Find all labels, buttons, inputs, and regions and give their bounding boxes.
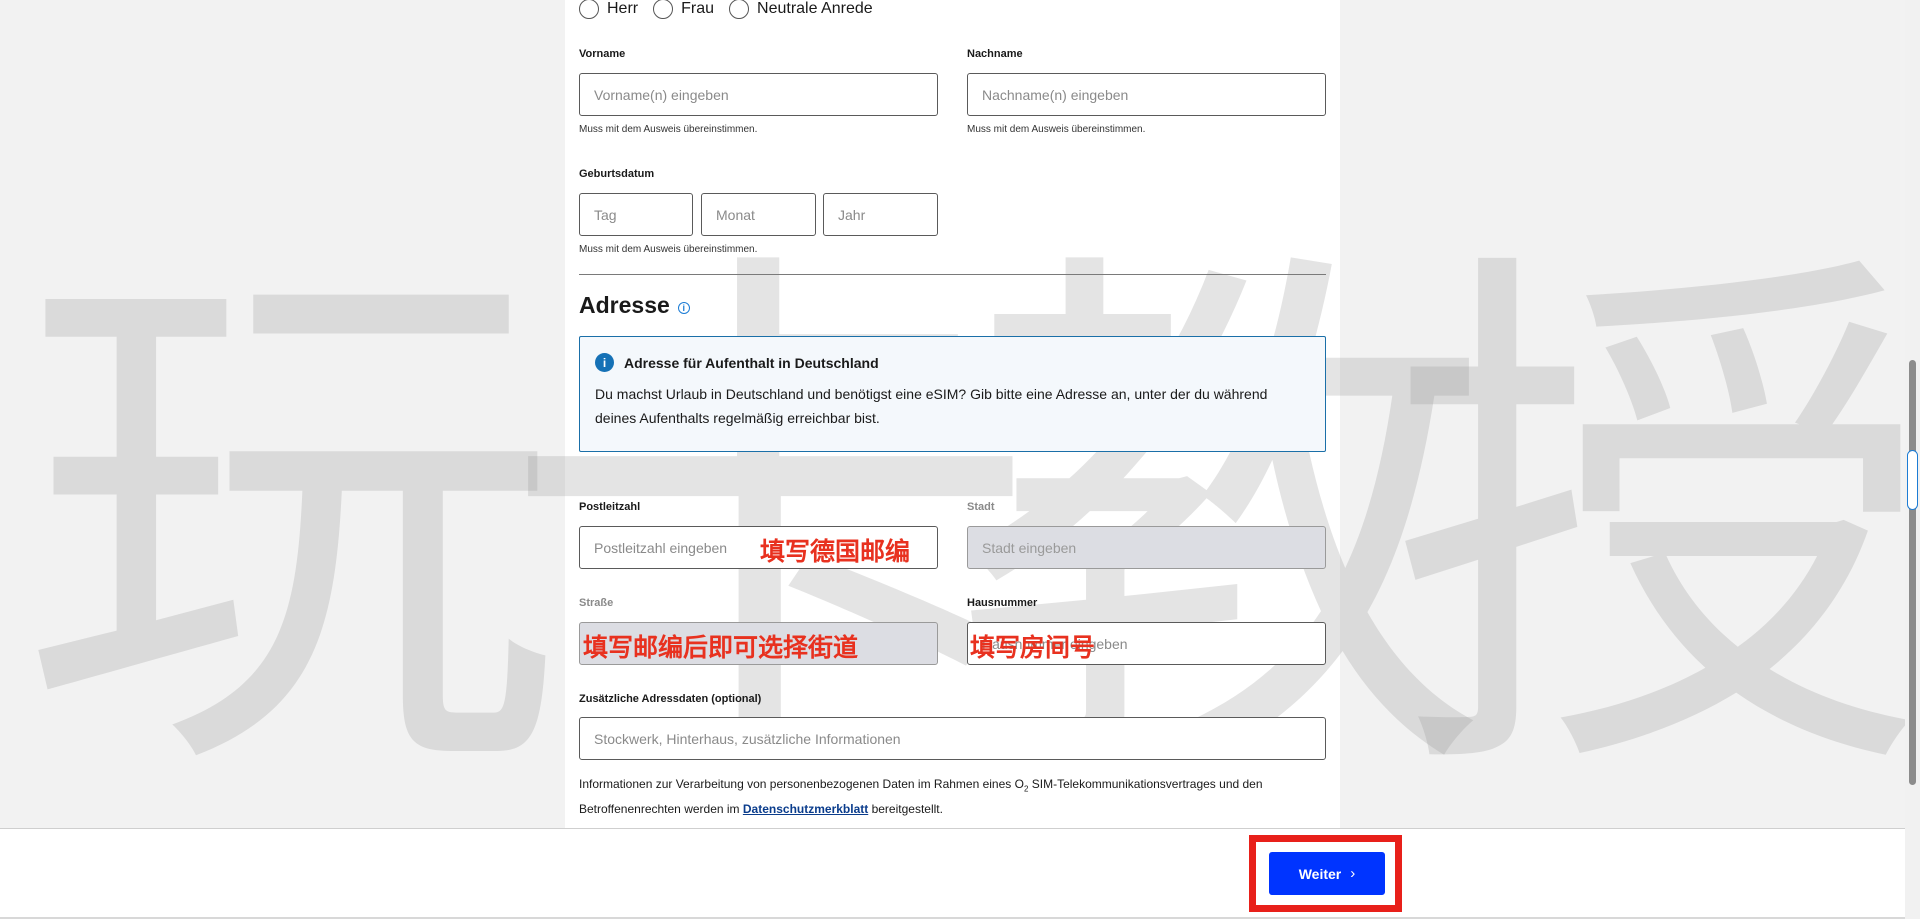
privacy-link[interactable]: Datenschutzmerkblatt bbox=[743, 802, 868, 816]
plz-placeholder: Postleitzahl eingeben bbox=[594, 539, 728, 556]
annotation-strasse: 填写邮编后即可选择街道 bbox=[583, 633, 859, 662]
info-box-header: i Adresse für Aufenthalt in Deutschland bbox=[595, 353, 1310, 372]
day-placeholder: Tag bbox=[594, 206, 617, 223]
privacy-notice: Informationen zur Verarbeitung von perso… bbox=[579, 774, 1326, 819]
nachname-placeholder: Nachname(n) eingeben bbox=[982, 86, 1129, 103]
nachname-label: Nachname bbox=[967, 48, 1023, 60]
geburtsdatum-hint: Muss mit dem Ausweis übereinstimmen. bbox=[579, 244, 758, 255]
watermark-char: 授 bbox=[1390, 211, 1920, 839]
salutation-option-frau[interactable]: Frau bbox=[653, 0, 714, 19]
annotation-hausnummer: 填写房间号 bbox=[970, 633, 1096, 662]
month-placeholder: Monat bbox=[716, 206, 755, 223]
year-input[interactable]: Jahr bbox=[823, 193, 938, 236]
watermark-char: 玩 bbox=[20, 211, 560, 839]
chevron-right-icon: › bbox=[1350, 865, 1356, 882]
zusatz-label: Zusätzliche Adressdaten (optional) bbox=[579, 693, 762, 705]
salutation-group: Herr Frau Neutrale Anrede bbox=[579, 0, 888, 19]
annotation-plz: 填写德国邮编 bbox=[760, 537, 911, 566]
year-placeholder: Jahr bbox=[838, 206, 866, 223]
radio-icon[interactable] bbox=[653, 0, 674, 19]
radio-label: Frau bbox=[681, 0, 715, 17]
strasse-label: Straße bbox=[579, 597, 614, 609]
address-title: Adresse i bbox=[579, 292, 690, 319]
radio-label: Herr bbox=[607, 0, 639, 17]
zusatz-input[interactable]: Stockwerk, Hinterhaus, zusätzliche Infor… bbox=[579, 717, 1326, 760]
section-divider bbox=[579, 274, 1326, 275]
info-box-heading: Adresse für Aufenthalt in Deutschland bbox=[624, 354, 879, 371]
salutation-option-neutral[interactable]: Neutrale Anrede bbox=[729, 0, 873, 19]
vorname-hint: Muss mit dem Ausweis übereinstimmen. bbox=[579, 124, 758, 135]
info-icon[interactable]: i bbox=[677, 301, 690, 314]
vorname-label: Vorname bbox=[579, 48, 626, 60]
privacy-text: Informationen zur Verarbeitung von perso… bbox=[579, 777, 1024, 791]
scrollbar-thumb[interactable] bbox=[1909, 360, 1916, 785]
day-input[interactable]: Tag bbox=[579, 193, 693, 236]
privacy-text: bereitgestellt. bbox=[868, 802, 943, 817]
weiter-label: Weiter bbox=[1298, 865, 1342, 882]
radio-icon[interactable] bbox=[729, 0, 750, 19]
scrollbar[interactable] bbox=[1905, 0, 1920, 919]
stadt-input[interactable]: Stadt eingeben bbox=[967, 526, 1326, 569]
month-input[interactable]: Monat bbox=[701, 193, 816, 236]
vorname-input[interactable]: Vorname(n) eingeben bbox=[579, 73, 938, 116]
vorname-placeholder: Vorname(n) eingeben bbox=[594, 86, 729, 103]
info-circle-icon: i bbox=[595, 353, 614, 372]
radio-icon[interactable] bbox=[579, 0, 599, 19]
nachname-hint: Muss mit dem Ausweis übereinstimmen. bbox=[967, 124, 1146, 135]
geburtsdatum-label: Geburtsdatum bbox=[579, 168, 655, 180]
salutation-option-herr[interactable]: Herr bbox=[579, 0, 638, 19]
plz-label: Postleitzahl bbox=[579, 501, 641, 513]
stadt-placeholder: Stadt eingeben bbox=[982, 539, 1077, 556]
zusatz-placeholder: Stockwerk, Hinterhaus, zusätzliche Infor… bbox=[594, 730, 901, 747]
stadt-label: Stadt bbox=[967, 501, 995, 513]
hausnummer-label: Hausnummer bbox=[967, 597, 1038, 609]
footer-bar bbox=[0, 828, 1905, 918]
info-box-text: Du machst Urlaub in Deutschland und benö… bbox=[595, 386, 1268, 426]
address-title-text: Adresse bbox=[579, 292, 670, 318]
weiter-button[interactable]: Weiter › bbox=[1269, 852, 1385, 895]
scrollbar-focus-indicator bbox=[1907, 450, 1918, 510]
nachname-input[interactable]: Nachname(n) eingeben bbox=[967, 73, 1326, 116]
address-info-box: i Adresse für Aufenthalt in Deutschland … bbox=[579, 336, 1326, 452]
radio-label: Neutrale Anrede bbox=[757, 0, 873, 17]
